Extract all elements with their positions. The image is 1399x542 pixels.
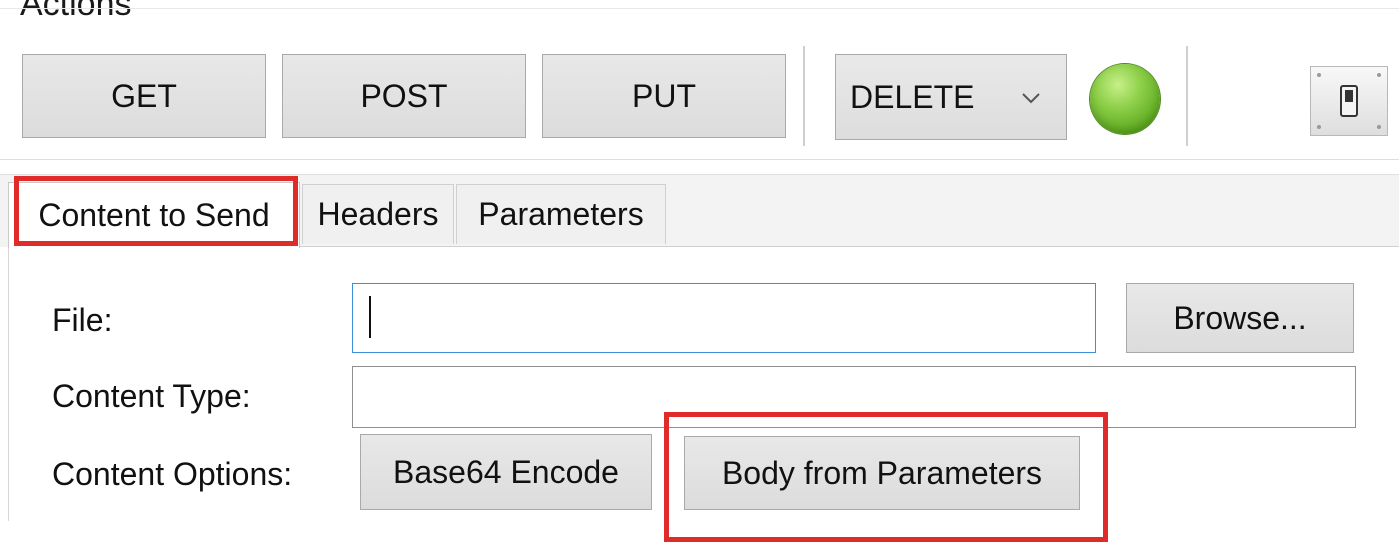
toolbar-separator [1186, 46, 1188, 146]
file-input[interactable] [352, 283, 1096, 353]
browse-button[interactable]: Browse... [1126, 283, 1354, 353]
text-caret [369, 296, 371, 338]
toggle-switch-button[interactable] [1310, 66, 1388, 136]
file-label: File: [52, 302, 113, 338]
corner-dot [1377, 73, 1381, 77]
tab-headers[interactable]: Headers [302, 184, 454, 244]
method-dropdown[interactable]: DELETE [835, 54, 1067, 140]
tab-parameters[interactable]: Parameters [456, 184, 666, 244]
content-options-label: Content Options: [52, 456, 293, 492]
tab-panel-border [8, 248, 9, 521]
get-button[interactable]: GET [22, 54, 266, 138]
chevron-down-icon [1018, 82, 1044, 119]
content-type-input[interactable] [352, 366, 1356, 428]
status-light-icon [1090, 64, 1160, 134]
tab-panel-border [300, 246, 1399, 247]
section-divider [0, 159, 1399, 160]
method-dropdown-value: DELETE [850, 78, 975, 115]
post-button[interactable]: POST [282, 54, 526, 138]
corner-dot [1377, 125, 1381, 129]
corner-dot [1317, 125, 1321, 129]
corner-dot [1317, 73, 1321, 77]
group-border-top [0, 8, 1399, 9]
base64-encode-button[interactable]: Base64 Encode [360, 434, 652, 510]
put-button[interactable]: PUT [542, 54, 786, 138]
switch-icon [1340, 85, 1358, 117]
content-type-label: Content Type: [52, 378, 251, 414]
tab-content-to-send[interactable]: Content to Send [8, 182, 300, 248]
actions-group-title: Actions [20, 0, 132, 23]
toolbar-separator [803, 46, 805, 146]
body-from-parameters-button[interactable]: Body from Parameters [684, 436, 1080, 510]
